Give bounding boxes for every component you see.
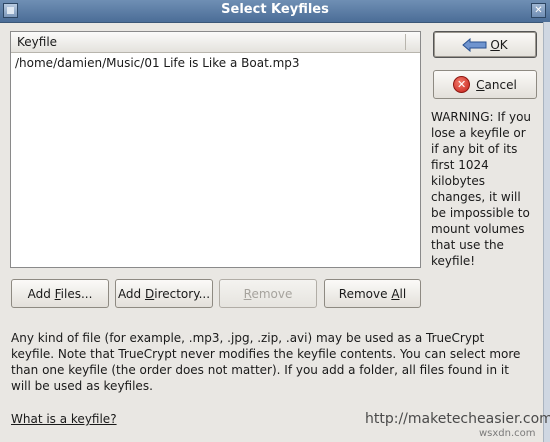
column-separator bbox=[405, 34, 406, 50]
arrow-left-icon bbox=[462, 37, 488, 52]
remove-label: Remove bbox=[243, 286, 293, 301]
remove-all-button[interactable]: Remove All bbox=[324, 279, 421, 308]
help-link[interactable]: What is a keyfile? bbox=[11, 412, 117, 426]
title-bar: Select Keyfiles ✕ bbox=[0, 0, 550, 23]
window-edge bbox=[543, 22, 550, 442]
cancel-button[interactable]: ✕ Cancel bbox=[433, 70, 537, 99]
window-title: Select Keyfiles bbox=[221, 2, 329, 17]
warning-text: WARNING: If you lose a keyfile or if any… bbox=[431, 110, 532, 268]
description-text: Any kind of file (for example, .mp3, .jp… bbox=[11, 331, 521, 393]
add-directory-label: Add Directory... bbox=[117, 286, 211, 301]
add-files-label: Add Files... bbox=[27, 286, 93, 301]
list-item[interactable]: /home/damien/Music/01 Life is Like a Boa… bbox=[15, 56, 300, 70]
add-files-button[interactable]: Add Files... bbox=[11, 279, 109, 308]
list-header[interactable]: Keyfile bbox=[11, 32, 420, 53]
keyfile-list[interactable]: Keyfile /home/damien/Music/01 Life is Li… bbox=[10, 31, 421, 268]
cancel-x-icon: ✕ bbox=[453, 76, 471, 93]
close-icon[interactable]: ✕ bbox=[531, 3, 546, 18]
ok-button[interactable]: OK bbox=[433, 31, 537, 58]
footer-site-text: http://maketecheasier.com bbox=[365, 411, 550, 427]
remove-button[interactable]: Remove bbox=[219, 279, 317, 308]
watermark-text: wsxdn.com bbox=[479, 428, 536, 439]
cancel-label: Cancel bbox=[476, 77, 517, 92]
remove-all-label: Remove All bbox=[338, 286, 407, 301]
column-header-keyfile[interactable]: Keyfile bbox=[17, 35, 57, 49]
ok-label: OK bbox=[490, 37, 508, 52]
add-directory-button[interactable]: Add Directory... bbox=[115, 279, 213, 308]
